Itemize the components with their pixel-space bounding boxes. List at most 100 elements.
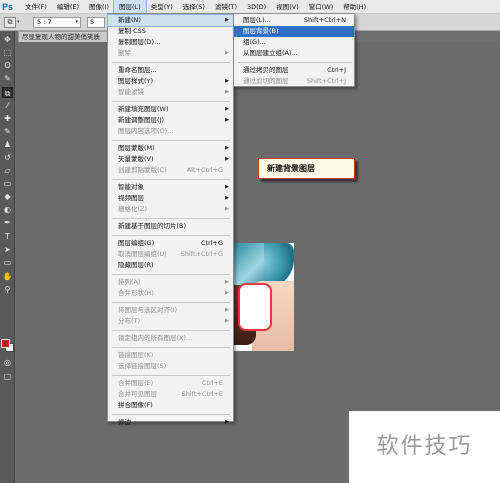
layer-menu-item[interactable]: 智能对象 ▶ xyxy=(108,182,233,193)
submenu-arrow-icon: ▶ xyxy=(225,78,229,84)
ratio-select[interactable]: 5 : 7 ▾ xyxy=(33,17,81,28)
menu-item-label: 图层编组(G) xyxy=(118,239,155,247)
ratio-field[interactable]: 5 xyxy=(87,17,105,28)
foreground-color-swatch[interactable] xyxy=(1,339,10,348)
menu-item-shortcut: Ctrl+E xyxy=(201,379,223,387)
dodge-tool-icon[interactable]: ◐ xyxy=(2,204,13,215)
eyedropper-tool-icon[interactable]: ⁄ xyxy=(2,100,13,111)
menu-6[interactable]: 滤镜(T) xyxy=(210,0,242,14)
layer-menu-item[interactable]: 重命名图层... xyxy=(108,65,233,76)
menu-item-label: 将图层与选区对齐(I) xyxy=(118,306,177,314)
quick-select-tool-icon[interactable]: ✎ xyxy=(2,73,13,84)
layer-menu-item[interactable]: 矢量蒙版(V) ▶ xyxy=(108,154,233,165)
document-tab[interactable]: 尽显复现人物的甜美俏笑质 xyxy=(18,31,110,42)
menu-4[interactable]: 类型(Y) xyxy=(146,0,178,14)
menu-separator xyxy=(112,140,230,141)
layer-menu-item: 将图层与选区对齐(I) ▶ xyxy=(108,305,233,316)
layer-menu-item[interactable]: 拼合图像(F) xyxy=(108,400,233,411)
submenu-arrow-icon: ▶ xyxy=(225,290,229,296)
menu-separator xyxy=(112,62,230,63)
menu-7[interactable]: 3D(D) xyxy=(242,0,271,14)
menu-item-shortcut: Ctrl+J xyxy=(327,66,346,74)
layer-menu-item[interactable]: 图层编组(G) Ctrl+G xyxy=(108,238,233,249)
blur-tool-icon[interactable]: ◆ xyxy=(2,191,13,202)
menu-item-label: 通过拷贝的图层 xyxy=(243,66,289,74)
quick-mask-icon[interactable]: ◎ xyxy=(2,357,13,368)
marquee-tool-icon[interactable]: ⬚ xyxy=(2,47,13,58)
eraser-tool-icon[interactable]: ▱ xyxy=(2,165,13,176)
chevron-down-icon[interactable]: ▾ xyxy=(17,19,20,25)
menu-item-label: 复制 CSS xyxy=(118,27,146,35)
submenu-arrow-icon: ▶ xyxy=(225,307,229,313)
type-tool-icon[interactable]: T xyxy=(2,231,13,242)
new-submenu-item[interactable]: 从图层建立组(A)... xyxy=(234,48,354,59)
layer-menu-item: 合并图层(E) Ctrl+E xyxy=(108,378,233,389)
menu-item-label: 取消图层编组(U) xyxy=(118,250,167,258)
new-submenu-item[interactable]: 通过拷贝的图层 Ctrl+J xyxy=(234,65,354,76)
menu-2[interactable]: 图像(I) xyxy=(84,0,114,14)
crop-icon[interactable]: ⧉ xyxy=(4,17,16,28)
menu-item-label: 栅格化(Z) xyxy=(118,205,148,213)
menu-3[interactable]: 图层(L) xyxy=(113,0,147,15)
gradient-tool-icon[interactable]: ▭ xyxy=(2,178,13,189)
layer-menu-item[interactable]: 图层蒙版(M) ▶ xyxy=(108,143,233,154)
layer-menu-item[interactable]: 新建基于图层的切片(B) xyxy=(108,221,233,232)
menu-item-label: 合并可见图层 xyxy=(118,390,157,398)
layer-menu-item[interactable]: 图层样式(Y) ▶ xyxy=(108,76,233,87)
submenu-arrow-icon: ▶ xyxy=(225,279,229,285)
brush-tool-icon[interactable]: ✎ xyxy=(2,126,13,137)
layer-menu-item: 排列(A) ▶ xyxy=(108,277,233,288)
menu-item-label: 从图层建立组(A)... xyxy=(243,49,298,57)
menu-1[interactable]: 编辑(E) xyxy=(52,0,84,14)
layer-menu-item[interactable]: 新建(N) ▶ xyxy=(107,14,234,27)
shape-tool-icon[interactable]: ▭ xyxy=(2,257,13,268)
crop-tool-icon[interactable]: ⧉ xyxy=(2,87,13,98)
menu-item-label: 选择链接图层(S) xyxy=(118,362,167,370)
menu-item-shortcut: Alt+Ctrl+G xyxy=(186,166,223,174)
history-brush-tool-icon[interactable]: ↺ xyxy=(2,152,13,163)
menu-10[interactable]: 帮助(H) xyxy=(338,0,371,14)
menu-item-shortcut: Shift+Ctrl+G xyxy=(180,250,223,258)
hand-tool-icon[interactable]: ✋ xyxy=(2,271,13,282)
path-select-tool-icon[interactable]: ➤ xyxy=(2,244,13,255)
menu-0[interactable]: 文件(F) xyxy=(20,0,52,14)
pen-tool-icon[interactable]: ✒ xyxy=(2,217,13,228)
submenu-arrow-icon: ▶ xyxy=(225,145,229,151)
menu-item-label: 智能滤镜 xyxy=(118,88,144,96)
menu-separator xyxy=(112,274,230,275)
submenu-arrow-icon: ▶ xyxy=(225,17,229,23)
healing-tool-icon[interactable]: ✚ xyxy=(2,113,13,124)
menu-item-label: 组(G)... xyxy=(243,38,266,46)
menu-9[interactable]: 窗口(W) xyxy=(304,0,339,14)
layer-menu-item[interactable]: 视频图层 ▶ xyxy=(108,193,233,204)
stamp-tool-icon[interactable]: ♟ xyxy=(2,139,13,150)
layer-menu-item[interactable]: 修边 ▶ xyxy=(108,417,233,428)
menu-item-label: 重命名图层... xyxy=(118,66,157,74)
layer-menu-item[interactable]: 新建填充图层(W) ▶ xyxy=(108,104,233,115)
new-submenu-item[interactable]: 组(G)... xyxy=(234,37,354,48)
layer-menu-item[interactable]: 新建调整图层(J) ▶ xyxy=(108,115,233,126)
layer-menu-item: 栅格化(Z) ▶ xyxy=(108,204,233,215)
layer-menu-item[interactable]: 隐藏图层(R) xyxy=(108,260,233,271)
menu-item-label: 新建填充图层(W) xyxy=(118,105,169,113)
submenu-arrow-icon: ▶ xyxy=(225,156,229,162)
menu-item-label: 复制图层(D)... xyxy=(118,38,161,46)
menu-item-label: 图层背景(B) xyxy=(243,27,279,35)
menu-separator xyxy=(112,179,230,180)
layer-menu-item: 锁定组内的所有图层(X)... xyxy=(108,333,233,344)
new-submenu-item[interactable]: 图层背景(B) xyxy=(234,26,354,37)
menu-separator xyxy=(238,62,352,63)
screen-mode-icon[interactable]: ▢ xyxy=(2,371,13,382)
menu-separator xyxy=(112,302,230,303)
new-submenu-item[interactable]: 图层(L)... Shift+Ctrl+N xyxy=(234,15,354,26)
zoom-tool-icon[interactable]: ⚲ xyxy=(2,284,13,295)
move-tool-icon[interactable]: ✥ xyxy=(2,34,13,45)
layer-menu-item: 智能滤镜 ▶ xyxy=(108,87,233,98)
menu-5[interactable]: 选择(S) xyxy=(178,0,210,14)
layer-menu-dropdown: 新建(N) ▶ 复制 CSS 复制图层(D)... 删除 ▶ 重命名图层... 图层样式(Y)… xyxy=(107,13,234,426)
layer-menu-item: 删除 ▶ xyxy=(108,48,233,59)
layer-menu-item[interactable]: 复制图层(D)... xyxy=(108,37,233,48)
menu-8[interactable]: 视图(V) xyxy=(271,0,304,14)
lasso-tool-icon[interactable]: ʘ xyxy=(2,60,13,71)
layer-menu-item[interactable]: 复制 CSS xyxy=(108,26,233,37)
